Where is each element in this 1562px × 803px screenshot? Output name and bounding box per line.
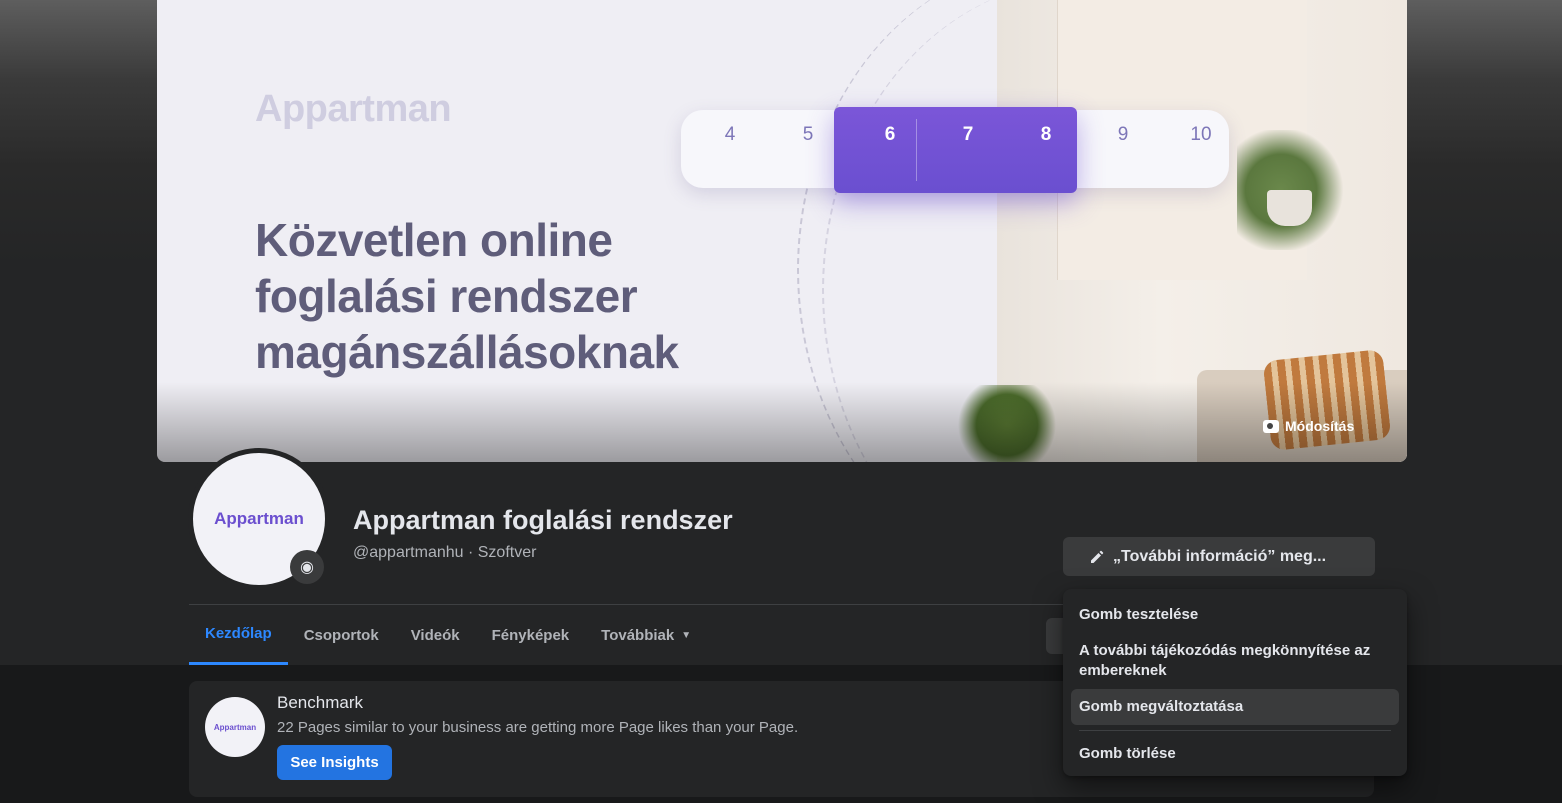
benchmark-title: Benchmark [277,693,363,712]
menu-divider [1079,730,1391,731]
cover-number: 10 [1190,124,1212,145]
cover-number-selected: 8 [1040,124,1052,145]
page-tabs: Kezdőlap Csoportok Videók Fényképek Tová… [189,605,707,665]
page-subtitle: @appartmanhu · Szoftver [353,544,537,561]
cover-headline-line: Közvetlen online [255,214,613,266]
avatar-brand-text: Appartman [214,509,304,528]
cta-dropdown-menu: Gomb tesztelése A további tájékozódás me… [1063,589,1407,776]
cover-headline-line: magánszállásoknak [255,326,679,378]
cover-headline: Közvetlen online foglalási rendszer magá… [255,212,815,380]
benchmark-logo: Appartman [205,697,265,757]
camera-icon: ◉ [300,559,314,576]
benchmark-description: 22 Pages similar to your business are ge… [277,719,799,736]
cover-brand-text: Appartman [255,88,452,130]
cover-number-selected: 7 [962,124,974,145]
see-insights-button[interactable]: See Insights [277,745,392,780]
cover-number-selection: 6 7 8 [834,107,1077,193]
tab-kezdolap[interactable]: Kezdőlap [189,605,288,665]
cover-headline-line: foglalási rendszer [255,270,638,322]
tab-label: Kezdőlap [205,625,272,642]
menu-item-help-people[interactable]: A további tájékozódás megkönnyítése az e… [1071,633,1399,689]
edit-cover-label: Módosítás [1285,418,1355,434]
caret-down-icon: ▼ [681,629,692,641]
tab-fenykepek[interactable]: Fényképek [476,605,586,665]
cover-bottom-fade [157,382,1407,462]
cover-number: 4 [724,124,736,145]
tab-label: Videók [410,626,460,644]
edit-cover-button[interactable]: Módosítás [1263,418,1354,434]
tab-tovabbiak[interactable]: Továbbiak ▼ [585,605,707,665]
benchmark-logo-text: Appartman [213,722,257,732]
pencil-icon [1091,550,1104,563]
edit-cta-button[interactable]: „További információ” meg... [1063,537,1375,576]
menu-item-change-button[interactable]: Gomb megváltoztatása [1071,689,1399,725]
cover-number-selected: 6 [884,124,896,145]
tab-label: Továbbiak [601,626,675,644]
cover-number: 9 [1117,124,1129,145]
page-title: Appartman foglalási rendszer [353,505,733,535]
tab-videok[interactable]: Videók [395,605,476,665]
camera-icon [1263,419,1279,433]
tab-label: Fényképek [491,626,570,644]
tab-label: Csoportok [303,626,379,644]
avatar-camera-button[interactable]: ◉ [290,550,324,584]
menu-item-delete-button[interactable]: Gomb törlése [1071,736,1399,772]
cta-button-label: „További információ” meg... [1113,547,1327,565]
cover-photo[interactable]: Appartman Közvetlen online foglalási ren… [157,0,1407,462]
menu-item-test-button[interactable]: Gomb tesztelése [1071,597,1399,633]
tab-csoportok[interactable]: Csoportok [288,605,395,665]
